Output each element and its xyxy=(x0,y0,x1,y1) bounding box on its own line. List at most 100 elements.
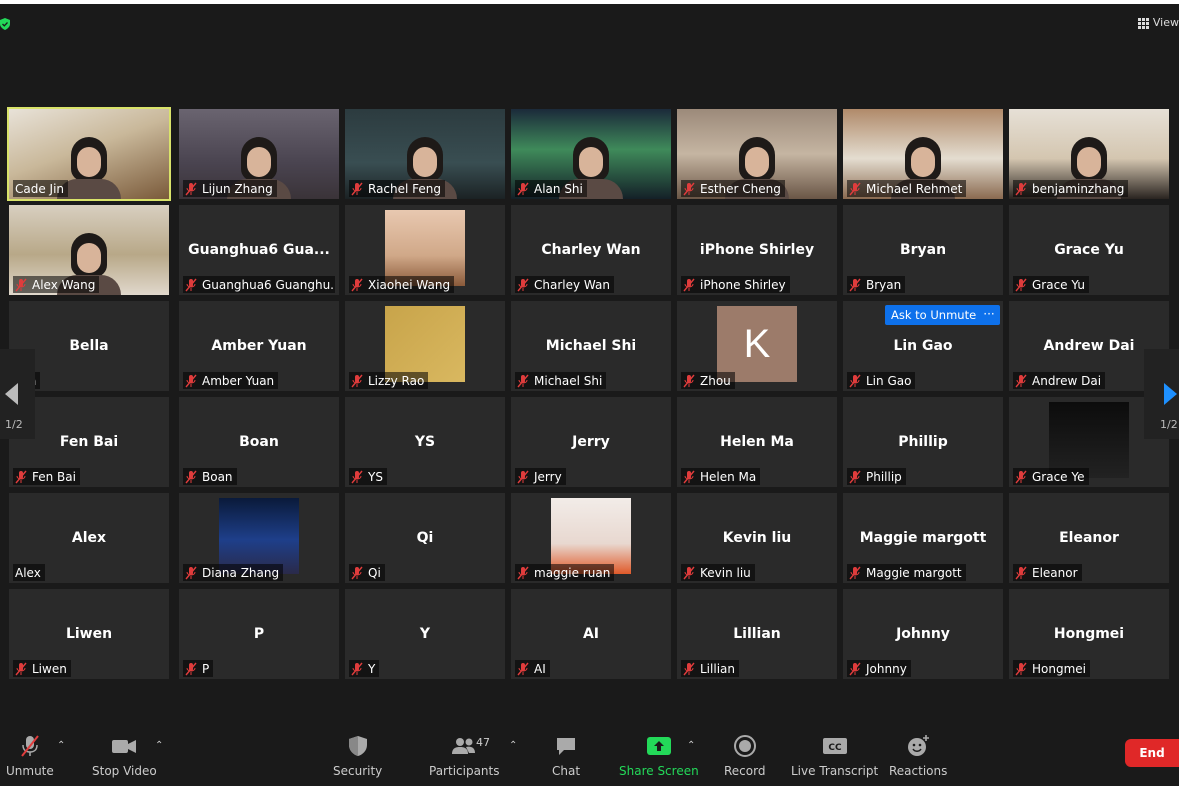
profile-picture xyxy=(1049,402,1129,478)
participant-name: Alan Shi xyxy=(534,181,583,196)
participant-display-name: Jerry xyxy=(572,434,610,450)
participant-tile[interactable]: Johnny Johnny xyxy=(843,589,1003,679)
stop-video-button[interactable]: Stop Video xyxy=(92,734,157,778)
muted-mic-icon xyxy=(849,566,861,579)
participant-tile[interactable]: Liwen Liwen xyxy=(9,589,169,679)
avatar-letter: K xyxy=(717,306,797,382)
participant-name-label: Cade Jin xyxy=(13,180,69,197)
participant-tile[interactable]: Maggie margott Maggie margott xyxy=(843,493,1003,583)
participant-name: iPhone Shirley xyxy=(700,277,786,292)
participant-name: Hongmei xyxy=(1032,661,1086,676)
ask-to-unmute-button[interactable]: Ask to Unmute xyxy=(885,305,983,325)
participant-tile[interactable]: Lillian Lillian xyxy=(677,589,837,679)
participant-name-label: Alex Wang xyxy=(13,276,100,293)
encryption-shield-icon[interactable] xyxy=(0,18,10,30)
participant-tile[interactable]: Grace Yu Grace Yu xyxy=(1009,205,1169,295)
participant-tile[interactable]: iPhone Shirley iPhone Shirley xyxy=(677,205,837,295)
muted-mic-icon xyxy=(683,566,695,579)
unmute-label: Unmute xyxy=(6,764,54,778)
participant-display-name: Y xyxy=(419,626,431,642)
reactions-label: Reactions xyxy=(889,764,948,778)
unmute-button[interactable]: Unmute xyxy=(6,734,54,778)
participant-tile[interactable]: K Zhou xyxy=(677,301,837,391)
muted-mic-icon xyxy=(351,470,363,483)
participant-tile[interactable]: Qi Qi xyxy=(345,493,505,583)
live-transcript-button[interactable]: CC Live Transcript xyxy=(791,734,878,778)
participant-tile[interactable]: Cade Jin xyxy=(7,107,171,201)
participant-tile[interactable]: YS YS xyxy=(345,397,505,487)
participant-tile[interactable]: Lizzy Rao xyxy=(345,301,505,391)
participant-tile[interactable]: Alex Alex xyxy=(9,493,169,583)
participant-tile[interactable]: YY xyxy=(345,589,505,679)
security-button[interactable]: Security xyxy=(333,734,382,778)
participant-tile[interactable]: Esther Cheng xyxy=(677,109,837,199)
muted-mic-icon xyxy=(517,662,529,675)
muted-mic-icon xyxy=(1015,566,1027,579)
participant-name-label: Phillip xyxy=(847,468,906,485)
more-options-button[interactable]: ··· xyxy=(978,305,1000,325)
muted-mic-icon xyxy=(517,182,529,195)
participant-tile[interactable]: Rachel Feng xyxy=(345,109,505,199)
participant-display-name: Johnny xyxy=(896,626,950,642)
participant-tile[interactable]: Alex Wang xyxy=(9,205,169,295)
participant-name: Qi xyxy=(368,565,381,580)
participant-tile[interactable]: Guanghua6 Gua... Guanghua6 Guanghu... xyxy=(179,205,339,295)
participant-name: Andrew Dai xyxy=(1032,373,1102,388)
caret-up-icon[interactable]: ⌃ xyxy=(687,740,695,751)
participant-tile[interactable]: Lijun Zhang xyxy=(179,109,339,199)
participant-tile[interactable]: benjaminzhang xyxy=(1009,109,1169,199)
participant-name-label: Bryan xyxy=(847,276,906,293)
view-label: View xyxy=(1152,16,1179,29)
share-screen-label: Share Screen xyxy=(619,764,699,778)
svg-text:CC: CC xyxy=(828,743,842,753)
caret-up-icon[interactable]: ⌃ xyxy=(155,740,163,751)
participant-face xyxy=(911,147,935,177)
profile-picture xyxy=(219,498,299,574)
participant-tile[interactable]: Eleanor Eleanor xyxy=(1009,493,1169,583)
participant-tile[interactable]: Michael Rehmet xyxy=(843,109,1003,199)
participant-tile[interactable]: Phillip Phillip xyxy=(843,397,1003,487)
participant-name: Y xyxy=(368,661,376,676)
participant-tile[interactable]: Helen Ma Helen Ma xyxy=(677,397,837,487)
caret-up-icon[interactable]: ⌃ xyxy=(509,740,517,751)
muted-mic-icon xyxy=(1015,662,1027,675)
participant-tile[interactable]: AI AI xyxy=(511,589,671,679)
participant-face xyxy=(1077,147,1101,177)
participant-tile[interactable]: Boan Boan xyxy=(179,397,339,487)
record-button[interactable]: Record xyxy=(724,734,765,778)
muted-mic-icon xyxy=(185,470,197,483)
live-transcript-label: Live Transcript xyxy=(791,764,879,778)
participant-tile[interactable]: Amber Yuan Amber Yuan xyxy=(179,301,339,391)
participant-tile[interactable]: Hongmei Hongmei xyxy=(1009,589,1169,679)
participant-name-label: Maggie margott xyxy=(847,564,966,581)
participant-tile[interactable]: Alan Shi xyxy=(511,109,671,199)
muted-mic-icon xyxy=(849,662,861,675)
participant-face xyxy=(579,147,603,177)
participant-tile[interactable]: Kevin liu Kevin liu xyxy=(677,493,837,583)
participant-tile[interactable]: Michael Shi Michael Shi xyxy=(511,301,671,391)
muted-mic-icon xyxy=(683,182,695,195)
participant-tile[interactable]: maggie ruan xyxy=(511,493,671,583)
view-button[interactable]: View xyxy=(1137,16,1179,29)
participant-display-name: Amber Yuan xyxy=(211,338,307,354)
muted-mic-icon xyxy=(517,374,529,387)
participant-tile[interactable]: Xiaohei Wang xyxy=(345,205,505,295)
chat-button[interactable]: Chat xyxy=(552,734,580,778)
participant-tile[interactable]: Charley Wan Charley Wan xyxy=(511,205,671,295)
caret-up-icon[interactable]: ⌃ xyxy=(57,740,65,751)
participant-tile[interactable]: Diana Zhang xyxy=(179,493,339,583)
closed-caption-icon: CC xyxy=(822,738,847,754)
participant-name-label: Guanghua6 Guanghu... xyxy=(183,276,335,293)
security-label: Security xyxy=(333,764,383,778)
participant-face xyxy=(745,147,769,177)
participant-name-label: Michael Shi xyxy=(515,372,607,389)
participant-display-name: Hongmei xyxy=(1053,626,1125,642)
video-camera-icon xyxy=(112,740,137,753)
participant-tile[interactable]: Bryan Bryan xyxy=(843,205,1003,295)
participant-tile[interactable]: Jerry Jerry xyxy=(511,397,671,487)
muted-mic-icon xyxy=(517,566,529,579)
reactions-button[interactable]: Reactions xyxy=(889,734,947,778)
participant-tile[interactable]: PP xyxy=(179,589,339,679)
participant-name-label: Qi xyxy=(349,564,385,581)
end-meeting-button[interactable]: End xyxy=(1125,739,1179,767)
